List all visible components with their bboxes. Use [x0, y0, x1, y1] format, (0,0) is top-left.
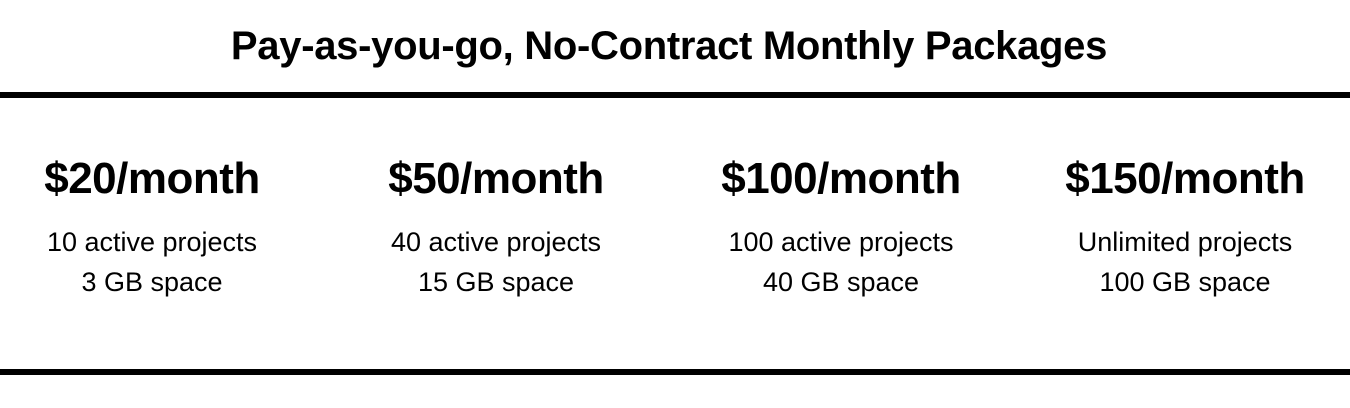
plan-projects: Unlimited projects [1077, 227, 1293, 257]
top-divider [0, 92, 1350, 98]
plan-projects: 40 active projects [390, 227, 602, 257]
plan-card-100: $100/month 100 active projects 40 GB spa… [676, 148, 1006, 302]
bottom-divider [0, 369, 1350, 375]
plan-price: $100/month [721, 154, 961, 203]
plan-price: $150/month [1065, 154, 1305, 203]
plan-projects: 100 active projects [728, 227, 954, 257]
pricing-plans: $20/month 10 active projects 3 GB space … [0, 148, 1350, 318]
plan-space: 40 GB space [762, 267, 920, 297]
plan-projects: 10 active projects [46, 227, 258, 257]
page-title: Pay-as-you-go, No-Contract Monthly Packa… [230, 24, 1108, 68]
plan-features: 10 active projects 3 GB space [0, 222, 317, 302]
plan-space: 3 GB space [81, 267, 223, 297]
plan-card-150: $150/month Unlimited projects 100 GB spa… [1020, 148, 1350, 302]
plan-features: 40 active projects 15 GB space [331, 222, 661, 302]
plan-features: Unlimited projects 100 GB space [1020, 222, 1350, 302]
plan-space: 100 GB space [1099, 267, 1271, 297]
plan-price: $20/month [44, 154, 260, 203]
plan-price: $50/month [388, 154, 604, 203]
plan-card-20: $20/month 10 active projects 3 GB space [0, 148, 317, 302]
plan-space: 15 GB space [417, 267, 575, 297]
plan-card-50: $50/month 40 active projects 15 GB space [331, 148, 661, 302]
plan-features: 100 active projects 40 GB space [676, 222, 1006, 302]
